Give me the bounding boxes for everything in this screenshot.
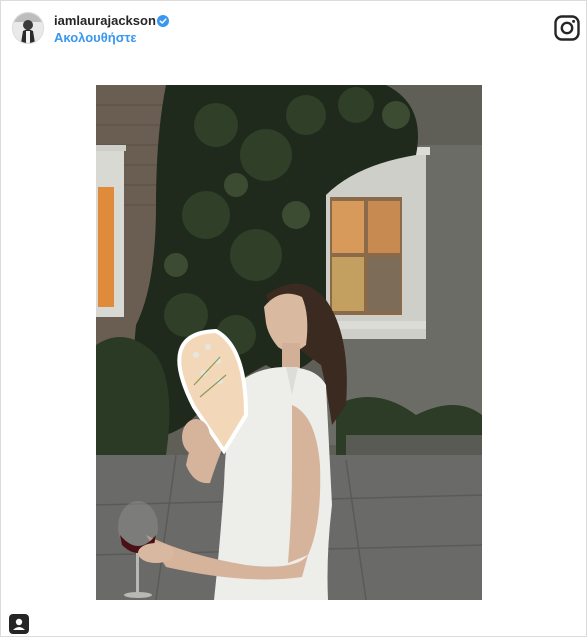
verified-badge-icon — [157, 15, 169, 27]
instagram-embed: iamlaurajаckson Ακολουθήστε — [0, 0, 587, 637]
post-image — [96, 85, 482, 600]
post-header: iamlaurajаckson Ακολουθήστε — [1, 1, 586, 57]
person-icon — [13, 618, 25, 630]
profile-avatar[interactable] — [12, 12, 44, 44]
user-tag-icon[interactable] — [9, 614, 29, 634]
avatar-image — [13, 13, 43, 43]
instagram-icon[interactable] — [554, 15, 580, 41]
post-photo[interactable] — [96, 85, 482, 600]
follow-link[interactable]: Ακολουθήστε — [54, 30, 137, 46]
username[interactable]: iamlaurajаckson — [54, 13, 156, 29]
